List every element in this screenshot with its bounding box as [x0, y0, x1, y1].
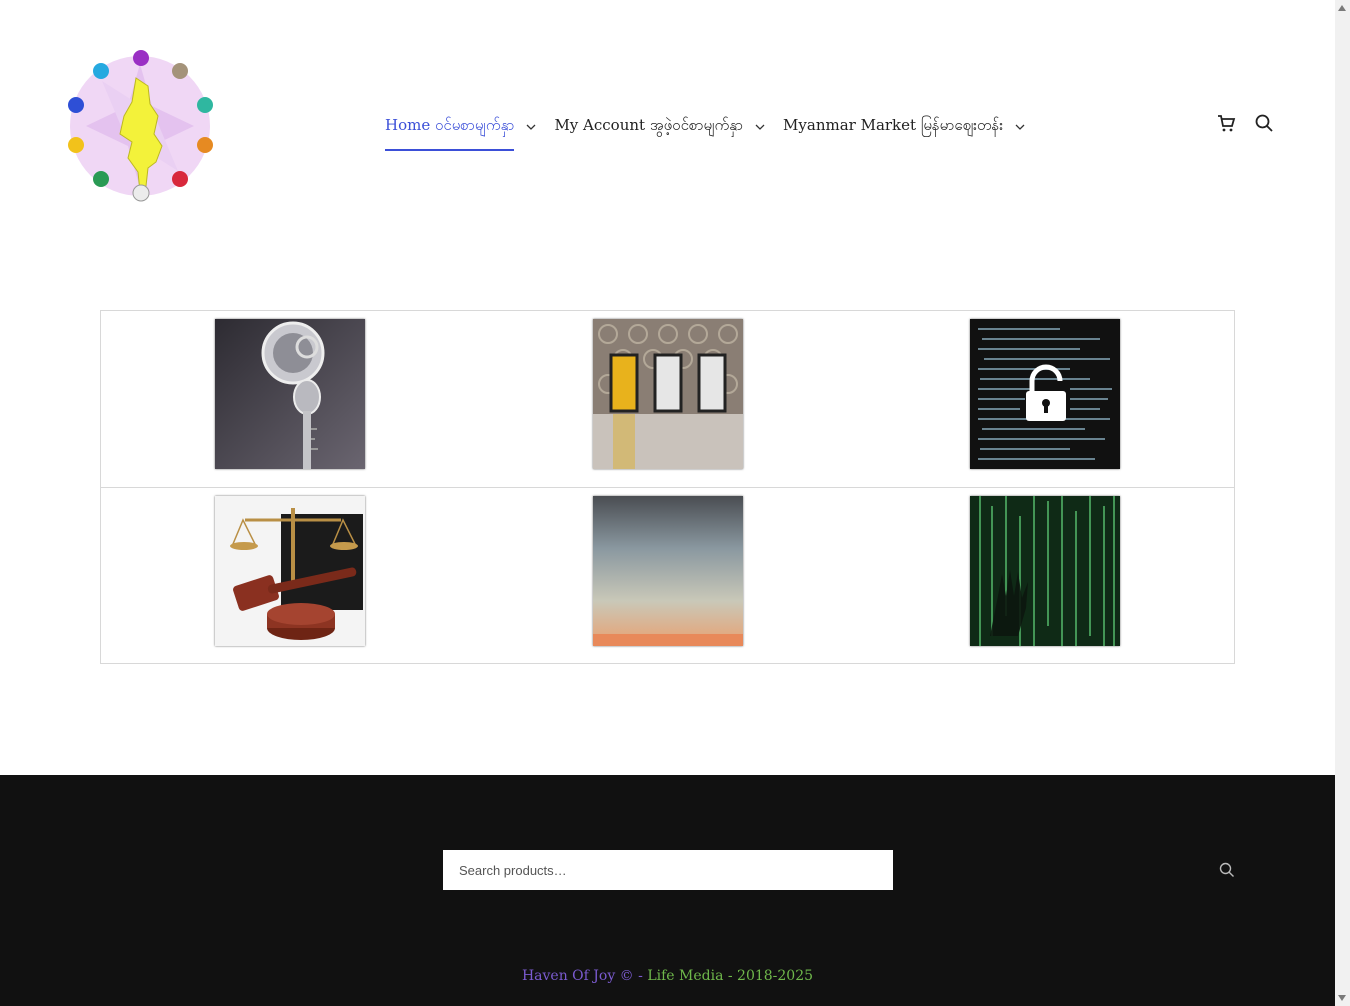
nav-label: Home ဝင်မစာမျက်နှာ — [385, 108, 515, 151]
page: Home ဝင်မစာမျက်နှာ My Account အွဖဲ့ဝင်စာ… — [0, 0, 1335, 1006]
copyright: Haven Of Joy © - Life Media - 2018-2025 — [0, 968, 1335, 984]
product-search-input[interactable] — [443, 850, 893, 890]
nav-item-my-account[interactable]: My Account အွဖဲ့ဝင်စာမျက်နှာ — [554, 108, 765, 151]
image-grid — [100, 310, 1235, 664]
code-unlock-image[interactable] — [970, 319, 1120, 469]
search-icon[interactable] — [1254, 113, 1274, 133]
site-footer: Haven Of Joy © - Life Media - 2018-2025 — [0, 775, 1335, 1006]
header-icons — [1216, 113, 1292, 133]
sky-sunset-image[interactable] — [593, 496, 743, 646]
scales-gavel-image[interactable] — [215, 496, 365, 646]
chevron-down-icon — [526, 124, 536, 130]
nav-label: Myanmar Market မြန်မာဈေးတန်း — [783, 116, 1004, 134]
grid-row — [101, 311, 1234, 488]
search-icon[interactable] — [1219, 862, 1235, 878]
scroll-up-arrow-icon[interactable] — [1338, 5, 1346, 11]
scrollbar[interactable] — [1335, 0, 1350, 1006]
nav-item-myanmar-market[interactable]: Myanmar Market မြန်မာဈေးတန်း — [783, 108, 1025, 151]
cart-icon[interactable] — [1216, 113, 1236, 133]
chevron-down-icon — [755, 124, 765, 130]
copyright-haven: Haven Of Joy © - — [521, 968, 648, 984]
site-logo[interactable] — [62, 46, 218, 206]
nav-item-home[interactable]: Home ဝင်မစာမျက်နှာ — [385, 108, 536, 151]
grid-row — [101, 488, 1234, 664]
key-in-lock-image[interactable] — [215, 319, 365, 469]
main-nav: Home ဝင်မစာမျက်နှာ My Account အွဖဲ့ဝင်စာ… — [385, 108, 1043, 151]
three-doors-image[interactable] — [593, 319, 743, 469]
copyright-life-media[interactable]: Life Media - 2018-2025 — [647, 968, 813, 984]
scroll-thumb[interactable] — [1337, 16, 1348, 990]
scroll-down-arrow-icon[interactable] — [1338, 995, 1346, 1001]
chevron-down-icon — [1015, 124, 1025, 130]
matrix-hand-image[interactable] — [970, 496, 1120, 646]
nav-label: My Account အွဖဲ့ဝင်စာမျက်နှာ — [554, 116, 744, 134]
